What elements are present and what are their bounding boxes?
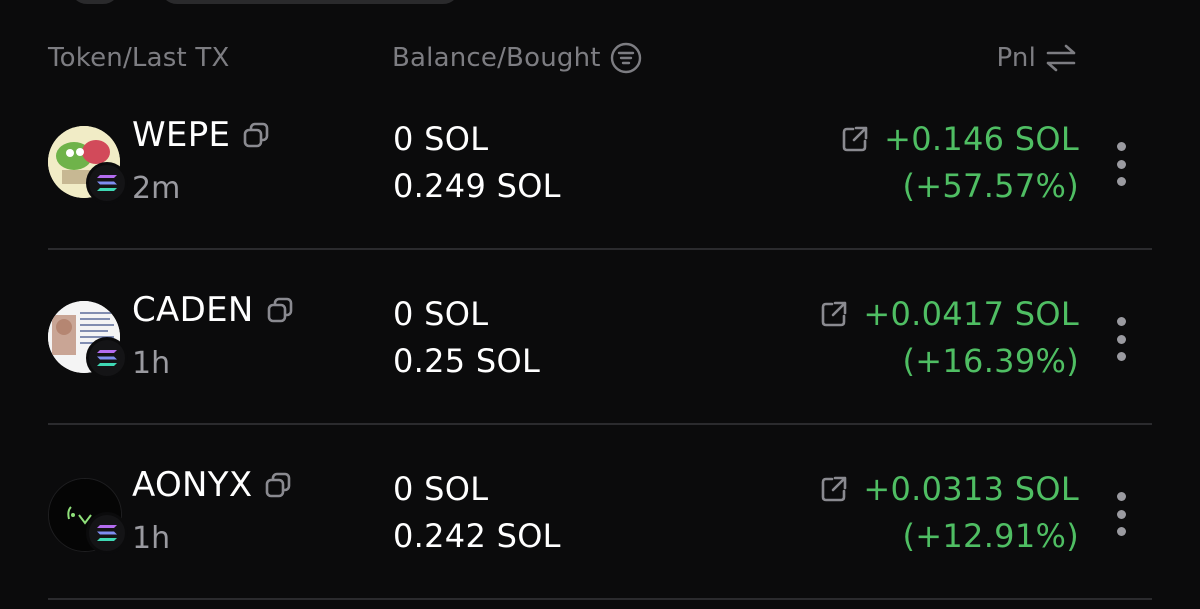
position-row[interactable]: AONYX 1h 0 SOL 0.242 SOL +0.0313 SOL (+1… [48,425,1152,600]
top-search-pill[interactable] [160,0,460,4]
column-header-balance-label: Balance/Bought [392,43,601,73]
pnl-percent: (+57.57%) [902,167,1079,205]
more-options-icon[interactable] [1116,142,1126,186]
bought-value: 0.249 SOL [393,167,561,205]
column-header-token-label: Token/Last TX [48,43,230,73]
more-options-icon[interactable] [1116,317,1126,361]
token-symbol: WEPE [132,115,231,155]
more-options-icon[interactable] [1116,492,1126,536]
balance-value: 0 SOL [393,295,489,333]
token-name[interactable]: WEPE [132,115,270,155]
solana-icon [86,337,128,379]
pnl-amount-text: +0.0417 SOL [863,295,1079,333]
copy-icon[interactable] [264,471,292,499]
copy-icon[interactable] [266,296,294,324]
column-header-token: Token/Last TX [48,38,229,78]
balance-value: 0 SOL [393,470,489,508]
last-tx-time: 2m [132,171,181,206]
bought-value: 0.242 SOL [393,517,561,555]
last-tx-time: 1h [132,346,171,381]
column-header-pnl-label: Pnl [996,43,1036,73]
column-header-balance[interactable]: Balance/Bought [392,38,643,78]
token-symbol: CADEN [132,290,254,330]
token-symbol: AONYX [132,465,253,505]
balance-value: 0 SOL [393,120,489,158]
token-name[interactable]: CADEN [132,290,294,330]
swap-arrows-icon[interactable] [1044,43,1078,73]
last-tx-time: 1h [132,521,171,556]
bought-value: 0.25 SOL [393,342,541,380]
solana-icon [86,162,128,204]
share-external-icon[interactable] [819,299,849,329]
copy-icon[interactable] [242,121,270,149]
positions-screen: Token/Last TX Balance/Bought Pnl WEPE 2m… [0,0,1200,609]
row-divider [48,598,1152,600]
token-name[interactable]: AONYX [132,465,292,505]
share-external-icon[interactable] [819,474,849,504]
pnl-amount-text: +0.146 SOL [884,120,1079,158]
column-header-pnl[interactable]: Pnl [996,38,1078,78]
pnl-amount: +0.146 SOL [840,120,1079,158]
pnl-percent: (+16.39%) [902,342,1079,380]
pnl-amount: +0.0417 SOL [819,295,1079,333]
position-row[interactable]: CADEN 1h 0 SOL 0.25 SOL +0.0417 SOL (+16… [48,250,1152,425]
pnl-amount-text: +0.0313 SOL [863,470,1079,508]
solana-icon [86,512,128,554]
share-external-icon[interactable] [840,124,870,154]
top-control-pill[interactable] [70,0,120,4]
pnl-percent: (+12.91%) [902,517,1079,555]
position-row[interactable]: WEPE 2m 0 SOL 0.249 SOL +0.146 SOL (+57.… [48,75,1152,250]
pnl-amount: +0.0313 SOL [819,470,1079,508]
list-sort-icon[interactable] [609,41,643,75]
